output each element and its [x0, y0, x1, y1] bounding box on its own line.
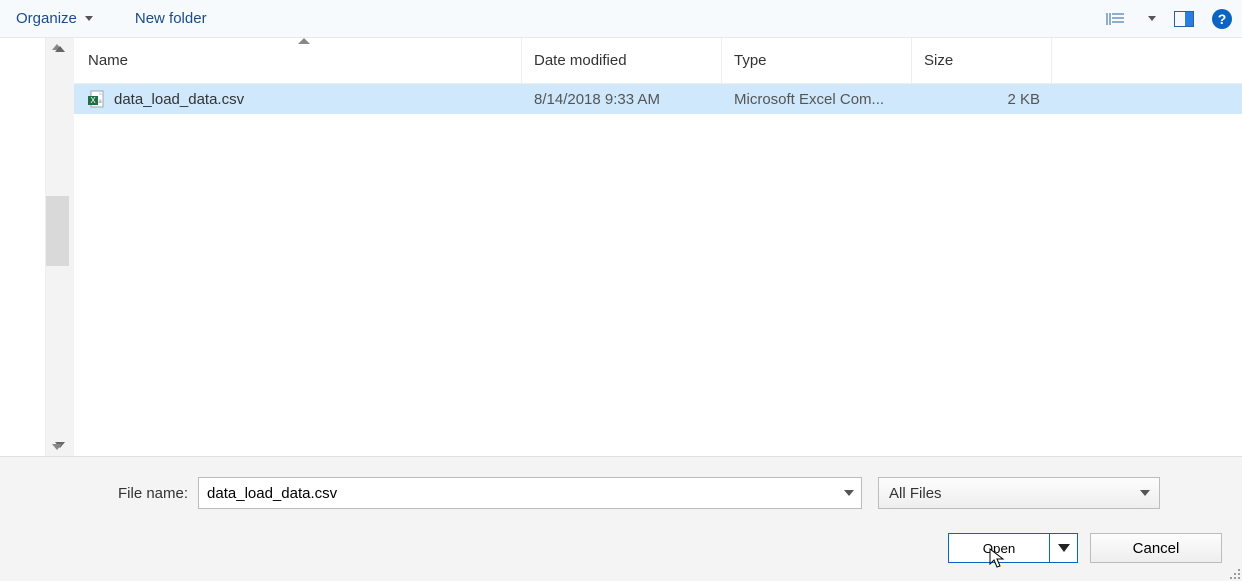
- column-header-type-label: Type: [734, 52, 767, 69]
- column-header-type[interactable]: Type: [722, 38, 912, 83]
- organize-label: Organize: [16, 10, 77, 27]
- organize-button[interactable]: Organize: [10, 6, 99, 31]
- column-headers: Name Date modified Type Size: [74, 38, 1242, 84]
- open-button-label: Open: [983, 541, 1016, 556]
- chevron-down-icon[interactable]: [55, 442, 65, 448]
- chevron-down-icon: [85, 16, 93, 21]
- new-folder-label: New folder: [135, 10, 207, 27]
- file-rows: Xa data_load_data.csv 8/14/2018 9:33 AM …: [74, 84, 1242, 456]
- chevron-down-icon[interactable]: [844, 490, 854, 496]
- file-cell-type: Microsoft Excel Com...: [722, 91, 912, 108]
- preview-pane-icon[interactable]: [1174, 11, 1194, 27]
- triangle-down-icon: [1058, 544, 1070, 552]
- open-dropdown-button[interactable]: [1049, 534, 1077, 562]
- chevron-down-icon[interactable]: [1140, 490, 1150, 496]
- open-split-button: Open: [948, 533, 1078, 563]
- scrollbar-thumb[interactable]: [46, 196, 69, 266]
- toolbar-right: ?: [1106, 9, 1232, 29]
- toolbar-left: Organize New folder: [10, 6, 213, 31]
- chevron-up-icon[interactable]: [55, 46, 65, 52]
- nav-tree-column[interactable]: [46, 38, 74, 456]
- column-header-date-label: Date modified: [534, 52, 627, 69]
- chevron-down-icon[interactable]: [1148, 16, 1156, 21]
- column-header-date[interactable]: Date modified: [522, 38, 722, 83]
- file-type-filter[interactable]: All Files: [878, 477, 1160, 509]
- column-header-size[interactable]: Size: [912, 38, 1052, 83]
- dialog-buttons: Open Cancel: [948, 533, 1222, 563]
- column-header-name[interactable]: Name: [74, 38, 522, 83]
- file-cell-name: Xa data_load_data.csv: [74, 90, 522, 108]
- bottom-panel: File name: All Files Open Cancel: [0, 456, 1242, 581]
- file-list-pane: Name Date modified Type Size Xa data_loa…: [74, 38, 1242, 456]
- file-name-combo[interactable]: [198, 477, 862, 509]
- file-cell-size: 2 KB: [912, 91, 1052, 108]
- cancel-button-label: Cancel: [1133, 540, 1180, 557]
- column-header-size-label: Size: [924, 52, 953, 69]
- toolbar: Organize New folder ?: [0, 0, 1242, 38]
- sort-ascending-icon: [298, 38, 310, 44]
- nav-tree-scrollbar[interactable]: [0, 38, 46, 456]
- open-button[interactable]: Open: [949, 534, 1049, 562]
- cancel-button[interactable]: Cancel: [1090, 533, 1222, 563]
- file-name-text: data_load_data.csv: [114, 91, 244, 108]
- column-header-name-label: Name: [88, 52, 128, 69]
- file-type-filter-value: All Files: [878, 477, 1160, 509]
- svg-text:X: X: [90, 96, 96, 105]
- excel-csv-icon: Xa: [88, 90, 106, 108]
- new-folder-button[interactable]: New folder: [129, 6, 213, 31]
- views-icon[interactable]: [1106, 11, 1126, 27]
- file-cell-date: 8/14/2018 9:33 AM: [522, 91, 722, 108]
- file-row[interactable]: Xa data_load_data.csv 8/14/2018 9:33 AM …: [74, 84, 1242, 114]
- file-name-label: File name:: [118, 485, 188, 502]
- body-area: Name Date modified Type Size Xa data_loa…: [0, 38, 1242, 456]
- file-name-row: File name: All Files: [18, 477, 1224, 509]
- file-name-input[interactable]: [198, 477, 862, 509]
- help-icon[interactable]: ?: [1212, 9, 1232, 29]
- resize-grip-icon[interactable]: [1228, 567, 1240, 579]
